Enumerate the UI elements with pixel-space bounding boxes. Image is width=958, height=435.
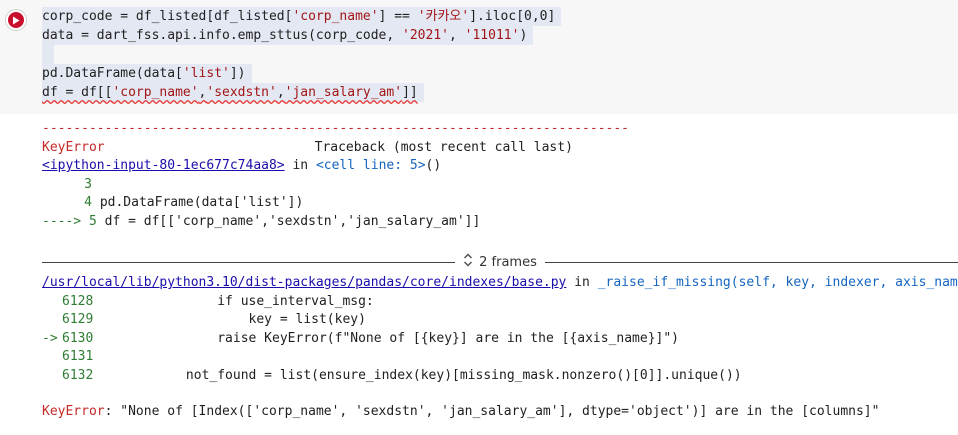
library-source-line: 6131 [62,349,94,364]
frames-toggle-button[interactable]: 2 frames [455,253,545,271]
expand-collapse-icon [463,253,473,271]
library-traceback: /usr/local/lib/python3.10/dist-packages/… [42,274,958,422]
library-location: /usr/local/lib/python3.10/dist-packages/… [42,275,958,290]
frames-divider-right [544,261,958,263]
collapsed-frames-row[interactable]: 2 frames [42,252,958,272]
error-type: KeyError [42,139,105,155]
source-line-5: ----> 5 df = df[['corp_name','sexdstn','… [42,213,481,229]
library-source-line: 6129 key = list(key) [62,312,366,327]
code-line-3[interactable] [36,45,958,64]
source-line-3: 3 [84,176,92,192]
final-error-message: : "None of [Index(['corp_name', 'sexdstn… [104,404,880,419]
frames-label: 2 frames [479,254,537,270]
run-icon [8,12,24,28]
code-line-1[interactable]: corp_code = df_listed[df_listed['corp_na… [36,7,958,26]
library-file-link[interactable]: /usr/local/lib/python3.10/dist-packages/… [42,275,566,290]
library-source-line: 6128 if use_interval_msg: [62,293,374,309]
library-source-line-current: -> 6130 raise KeyError(f"None of [{key}]… [42,330,679,346]
code-line-2[interactable]: data = dart_fss.api.info.emp_sttus(corp_… [36,26,958,45]
ipython-input-link[interactable]: <ipython-input-80-1ec677c74aa8> [42,158,285,173]
library-source-line: 6132 not_found = list(ensure_index(key)[… [62,367,742,383]
frames-divider-left [42,261,456,263]
code-editor[interactable]: corp_code = df_listed[df_listed['corp_na… [36,7,958,102]
final-error-line: KeyError: "None of [Index(['corp_name', … [42,403,958,422]
traceback-location: <ipython-input-80-1ec677c74aa8> in <cell… [42,158,442,173]
traceback-header: Traceback (most recent call last) [314,139,573,155]
source-line-4: 4 pd.DataFrame(data['list']) [84,195,304,210]
library-function: _raise_if_missing [597,275,731,290]
final-error-type: KeyError [42,404,105,419]
code-cell[interactable]: corp_code = df_listed[df_listed['corp_na… [0,0,958,114]
traceback-separator: ----------------------------------------… [42,121,629,136]
run-cell-button[interactable] [5,9,27,31]
cell-output: ----------------------------------------… [42,120,958,231]
code-line-4[interactable]: pd.DataFrame(data['list']) [36,64,958,83]
cell-line-ref: <cell line: 5> [315,158,426,173]
code-line-5[interactable]: df = df[['corp_name','sexdstn','jan_sala… [36,83,958,102]
traceback-header-line: KeyError Traceback (most recent call last… [42,139,958,158]
